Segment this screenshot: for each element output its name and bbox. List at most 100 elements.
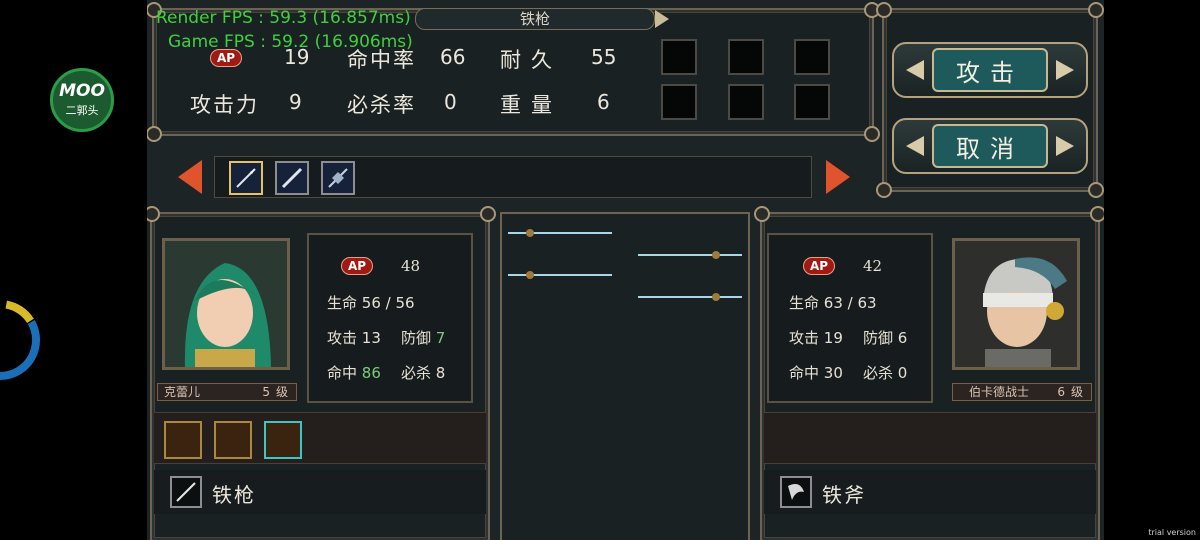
- trial-version-label: trial version: [1148, 528, 1196, 537]
- player-ap-badge: AP: [341, 257, 373, 275]
- item-slot[interactable]: [661, 84, 697, 120]
- enemy-skills-bar: [764, 412, 1096, 464]
- weapon-name-bar: 铁枪: [415, 8, 655, 30]
- weapon-selector: [214, 156, 812, 198]
- player-skills-bar: [154, 412, 486, 464]
- lance-weapon-icon[interactable]: [275, 161, 309, 195]
- player-weapon-spear-icon: [170, 476, 202, 508]
- render-fps-readout: Render FPS : 59.3 (16.857ms): [156, 8, 411, 28]
- player-hit-value: 86: [361, 364, 381, 382]
- player-weapon-bar: 铁枪: [154, 470, 486, 514]
- enemy-crit-label: 必杀: [863, 364, 894, 382]
- logo-text: MOO: [59, 81, 105, 101]
- prev-weapon-arrow-icon[interactable]: [178, 160, 202, 194]
- weapon-bar-arrow-icon: [655, 10, 669, 28]
- cancel-button-label: 取消: [932, 124, 1048, 168]
- player-atk-label: 攻击: [327, 329, 358, 347]
- axe-sprite-icon: [638, 251, 742, 259]
- enemy-ap-badge: AP: [803, 257, 835, 275]
- weight-value: 6: [597, 90, 610, 114]
- player-level: 5: [262, 385, 270, 399]
- player-crit-label: 必杀: [401, 364, 432, 382]
- player-level-unit: 级: [275, 385, 288, 399]
- player-atk-row: 攻击 13: [327, 327, 381, 348]
- item-slot[interactable]: [794, 39, 830, 75]
- crit-rate-label: 必杀率: [347, 93, 416, 117]
- cancel-button[interactable]: 取消: [892, 118, 1088, 174]
- player-def-value: 7: [435, 329, 446, 347]
- enemy-name: 伯卡德战士: [969, 385, 1030, 399]
- battle-preview-panel: [500, 212, 750, 540]
- player-def-label: 防御: [401, 329, 432, 347]
- player-def-row: 防御 7: [401, 327, 445, 348]
- crit-rate-value: 0: [444, 90, 457, 114]
- item-slot[interactable]: [728, 84, 764, 120]
- enemy-def-value: 6: [897, 329, 908, 347]
- hit-rate-value: 66: [440, 45, 466, 69]
- durability-value: 55: [591, 45, 617, 69]
- player-name-bar: 克蕾儿 5级: [157, 383, 297, 401]
- player-hit-label: 命中: [327, 364, 358, 382]
- loading-ring-icon: [0, 300, 40, 380]
- enemy-atk-label: 攻击: [789, 329, 820, 347]
- player-weapon-name: 铁枪: [212, 483, 256, 507]
- player-hp-value: 56 / 56: [361, 294, 415, 312]
- halberd-weapon-icon[interactable]: [321, 161, 355, 195]
- player-crit-value: 8: [435, 364, 446, 382]
- player-portrait: [162, 238, 290, 370]
- enemy-level: 6: [1057, 385, 1065, 399]
- player-hp-row: 生命 56 / 56: [327, 292, 415, 313]
- player-hp-label: 生命: [327, 294, 358, 312]
- skill-warrior-icon[interactable]: [264, 421, 302, 459]
- enemy-crit-row: 必杀 0: [863, 362, 907, 383]
- spear-weapon-icon[interactable]: [229, 161, 263, 195]
- enemy-portrait: [952, 238, 1080, 370]
- enemy-name-bar: 伯卡德战士 6级: [952, 383, 1092, 401]
- spear-sprite-icon: [508, 271, 612, 279]
- enemy-crit-value: 0: [897, 364, 908, 382]
- game-screen: 铁枪 AP 19 命中率 66 耐久 55 攻击力 9 必杀率 0 重量 6 攻…: [147, 0, 1104, 540]
- enemy-atk-row: 攻击 19: [789, 327, 843, 348]
- skill-sword-icon[interactable]: [164, 421, 202, 459]
- enemy-def-label: 防御: [863, 329, 894, 347]
- game-fps-readout: Game FPS : 59.2 (16.906ms): [168, 32, 413, 52]
- enemy-weapon-name: 铁斧: [822, 483, 866, 507]
- player-crit-row: 必杀 8: [401, 362, 445, 383]
- enemy-avatar: [955, 241, 1077, 367]
- item-slot[interactable]: [794, 84, 830, 120]
- enemy-hp-value: 63 / 63: [823, 294, 877, 312]
- durability-label: 耐久: [500, 48, 562, 72]
- spear-sprite-icon: [508, 229, 612, 237]
- weight-label: 重量: [500, 93, 562, 117]
- attack-power-value: 9: [289, 90, 302, 114]
- player-avatar: [165, 241, 287, 367]
- enemy-ap-value: 42: [863, 257, 883, 275]
- enemy-hp-row: 生命 63 / 63: [789, 292, 877, 313]
- enemy-hit-row: 命中 30: [789, 362, 843, 383]
- attack-button[interactable]: 攻击: [892, 42, 1088, 98]
- player-hit-row: 命中 86: [327, 362, 381, 383]
- weapon-name: 铁枪: [519, 10, 550, 28]
- attack-button-label: 攻击: [932, 48, 1048, 92]
- player-name: 克蕾儿: [164, 385, 201, 399]
- item-slot[interactable]: [661, 39, 697, 75]
- enemy-level-unit: 级: [1070, 385, 1083, 399]
- enemy-hit-value: 30: [823, 364, 843, 382]
- enemy-stats: AP 42 生命 63 / 63 攻击 19 防御 6 命中 30 必杀 0: [767, 233, 933, 403]
- enemy-def-row: 防御 6: [863, 327, 907, 348]
- enemy-hit-label: 命中: [789, 364, 820, 382]
- enemy-weapon-bar: 铁斧: [764, 470, 1096, 514]
- enemy-atk-value: 19: [823, 329, 843, 347]
- axe-sprite-icon: [638, 293, 742, 301]
- player-stats: AP 48 生命 56 / 56 攻击 13 防御 7 命中 86 必杀 8: [307, 233, 473, 403]
- next-weapon-arrow-icon[interactable]: [826, 160, 850, 194]
- attack-power-label: 攻击力: [190, 93, 259, 117]
- player-atk-value: 13: [361, 329, 381, 347]
- logo-subtext: 二郭头: [65, 104, 99, 117]
- app-logo: MOO 二郭头: [50, 68, 114, 132]
- enemy-hp-label: 生命: [789, 294, 820, 312]
- enemy-weapon-axe-icon: [780, 476, 812, 508]
- item-slot[interactable]: [728, 39, 764, 75]
- player-ap-value: 48: [401, 257, 421, 275]
- skill-knight-icon[interactable]: [214, 421, 252, 459]
